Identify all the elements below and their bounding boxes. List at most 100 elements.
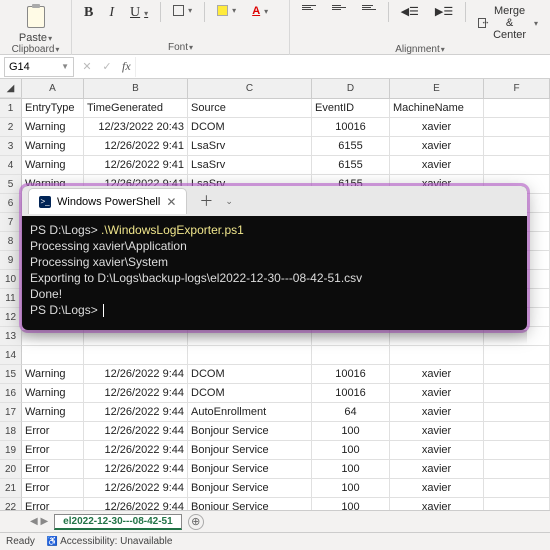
sheet-nav[interactable]: ◀ ▶ bbox=[30, 516, 48, 527]
cell[interactable] bbox=[188, 346, 312, 365]
cell[interactable]: 12/26/2022 9:44 bbox=[84, 403, 188, 422]
cell[interactable]: 10016 bbox=[312, 365, 390, 384]
border-button[interactable] bbox=[167, 2, 198, 19]
new-tab-button[interactable]: ＋ bbox=[193, 191, 219, 211]
cell[interactable]: Error bbox=[22, 479, 84, 498]
row-header[interactable]: 17 bbox=[0, 403, 22, 422]
row-header[interactable]: 11 bbox=[0, 289, 22, 308]
formula-input[interactable] bbox=[135, 57, 550, 77]
cell[interactable]: 6155 bbox=[312, 156, 390, 175]
row-header[interactable]: 3 bbox=[0, 137, 22, 156]
cell[interactable]: xavier bbox=[390, 156, 484, 175]
cell[interactable] bbox=[484, 156, 550, 175]
terminal-body[interactable]: PS D:\Logs> .\WindowsLogExporter.ps1Proc… bbox=[22, 216, 527, 324]
cell[interactable] bbox=[484, 403, 550, 422]
cell[interactable]: xavier bbox=[390, 441, 484, 460]
align-middle-button[interactable] bbox=[326, 2, 352, 18]
cell[interactable]: DCOM bbox=[188, 365, 312, 384]
row-header[interactable]: 2 bbox=[0, 118, 22, 137]
cell[interactable] bbox=[312, 346, 390, 365]
underline-button[interactable]: U bbox=[124, 2, 154, 24]
cell[interactable]: 12/26/2022 9:44 bbox=[84, 460, 188, 479]
cell[interactable]: LsaSrv bbox=[188, 156, 312, 175]
cell[interactable]: xavier bbox=[390, 479, 484, 498]
cell[interactable]: Bonjour Service bbox=[188, 441, 312, 460]
cell[interactable]: xavier bbox=[390, 422, 484, 441]
decrease-indent-button[interactable]: ◀☰ bbox=[395, 2, 425, 21]
cell[interactable] bbox=[484, 346, 550, 365]
row-header[interactable]: 14 bbox=[0, 346, 22, 365]
row-header[interactable]: 21 bbox=[0, 479, 22, 498]
cell[interactable] bbox=[390, 346, 484, 365]
row-header[interactable]: 16 bbox=[0, 384, 22, 403]
cell[interactable]: AutoEnrollment bbox=[188, 403, 312, 422]
cell[interactable]: MachineName bbox=[390, 99, 484, 118]
align-bottom-button[interactable] bbox=[356, 2, 382, 18]
cell[interactable]: Error bbox=[22, 441, 84, 460]
col-header-E[interactable]: E bbox=[390, 79, 484, 98]
cell[interactable] bbox=[484, 460, 550, 479]
cell[interactable] bbox=[484, 118, 550, 137]
col-header-A[interactable]: A bbox=[22, 79, 84, 98]
cell[interactable]: xavier bbox=[390, 403, 484, 422]
cell[interactable]: xavier bbox=[390, 365, 484, 384]
cell[interactable]: Bonjour Service bbox=[188, 422, 312, 441]
row-header[interactable]: 20 bbox=[0, 460, 22, 479]
row-header[interactable]: 8 bbox=[0, 232, 22, 251]
accessibility-status[interactable]: Accessibility: Unavailable bbox=[47, 536, 173, 547]
cell[interactable]: 12/26/2022 9:41 bbox=[84, 156, 188, 175]
close-tab-icon[interactable]: ✕ bbox=[166, 195, 176, 209]
row-header[interactable]: 1 bbox=[0, 99, 22, 118]
cell[interactable] bbox=[484, 365, 550, 384]
increase-indent-button[interactable]: ▶☰ bbox=[429, 2, 459, 21]
cell[interactable]: TimeGenerated bbox=[84, 99, 188, 118]
cell[interactable] bbox=[484, 99, 550, 118]
row-header[interactable]: 9 bbox=[0, 251, 22, 270]
cell[interactable] bbox=[484, 137, 550, 156]
col-header-F[interactable]: F bbox=[484, 79, 550, 98]
cell[interactable] bbox=[484, 384, 550, 403]
italic-button[interactable]: I bbox=[103, 2, 120, 24]
cell[interactable]: 100 bbox=[312, 441, 390, 460]
terminal-window[interactable]: >_ Windows PowerShell ✕ ＋ ⌄ PS D:\Logs> … bbox=[22, 186, 527, 330]
cell[interactable]: Warning bbox=[22, 403, 84, 422]
fx-label[interactable]: fx bbox=[122, 59, 131, 74]
row-header[interactable]: 4 bbox=[0, 156, 22, 175]
cell[interactable]: 100 bbox=[312, 422, 390, 441]
cell[interactable]: Bonjour Service bbox=[188, 479, 312, 498]
col-header-B[interactable]: B bbox=[84, 79, 188, 98]
row-header[interactable]: 6 bbox=[0, 194, 22, 213]
cell[interactable]: 12/26/2022 9:44 bbox=[84, 365, 188, 384]
row-header[interactable]: 10 bbox=[0, 270, 22, 289]
cell[interactable]: 12/26/2022 9:44 bbox=[84, 384, 188, 403]
tab-dropdown-icon[interactable]: ⌄ bbox=[225, 196, 233, 207]
align-top-button[interactable] bbox=[296, 2, 322, 18]
cell[interactable]: 100 bbox=[312, 479, 390, 498]
terminal-tab[interactable]: >_ Windows PowerShell ✕ bbox=[28, 188, 187, 214]
cell[interactable]: 12/26/2022 9:44 bbox=[84, 422, 188, 441]
cell[interactable]: Warning bbox=[22, 384, 84, 403]
cell[interactable]: Warning bbox=[22, 365, 84, 384]
cell[interactable]: xavier bbox=[390, 118, 484, 137]
cell[interactable] bbox=[484, 441, 550, 460]
add-sheet-button[interactable]: ⊕ bbox=[188, 514, 204, 530]
cell[interactable]: Error bbox=[22, 460, 84, 479]
cell[interactable]: DCOM bbox=[188, 384, 312, 403]
paste-label[interactable]: Paste bbox=[19, 32, 52, 44]
row-header[interactable]: 13 bbox=[0, 327, 22, 346]
sheet-tab-active[interactable]: el2022-12-30---08-42-51 bbox=[54, 514, 182, 530]
cell[interactable]: xavier bbox=[390, 137, 484, 156]
row-header[interactable]: 5 bbox=[0, 175, 22, 194]
cell[interactable]: xavier bbox=[390, 384, 484, 403]
cell[interactable]: 12/26/2022 9:44 bbox=[84, 441, 188, 460]
cell[interactable]: 10016 bbox=[312, 384, 390, 403]
cell[interactable]: DCOM bbox=[188, 118, 312, 137]
col-header-D[interactable]: D bbox=[312, 79, 390, 98]
cell[interactable]: xavier bbox=[390, 460, 484, 479]
row-header[interactable]: 7 bbox=[0, 213, 22, 232]
cell[interactable]: Bonjour Service bbox=[188, 460, 312, 479]
cell[interactable]: 100 bbox=[312, 460, 390, 479]
cell[interactable]: 10016 bbox=[312, 118, 390, 137]
cell[interactable]: EventID bbox=[312, 99, 390, 118]
cell[interactable]: Source bbox=[188, 99, 312, 118]
